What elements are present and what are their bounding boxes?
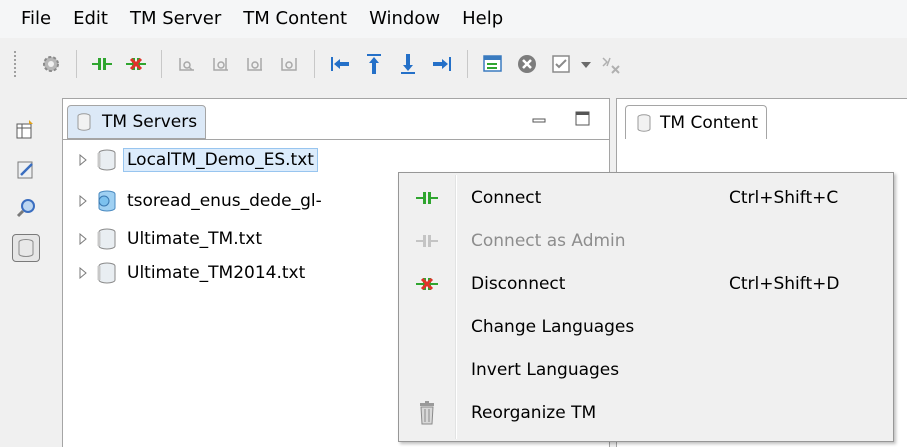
menu-item-connect-as-admin: Connect as Admin bbox=[401, 220, 891, 262]
toolbar-separator bbox=[314, 50, 315, 78]
database-icon bbox=[637, 113, 651, 132]
menu-tm-content[interactable]: TM Content bbox=[232, 0, 358, 38]
search-icon bbox=[210, 53, 232, 75]
toolbar-separator bbox=[76, 50, 77, 78]
menu-edit[interactable]: Edit bbox=[62, 0, 119, 38]
database-icon[interactable] bbox=[12, 234, 40, 262]
tree-node-label: Ultimate_TM2014.txt bbox=[127, 263, 306, 283]
tab-label: TM Servers bbox=[102, 112, 198, 132]
search-icon[interactable] bbox=[12, 194, 40, 222]
menu-item-change-languages[interactable]: Change Languages bbox=[401, 306, 891, 348]
tree-node-label: Ultimate_TM.txt bbox=[127, 229, 263, 249]
left-trim-stack bbox=[0, 92, 52, 447]
tree-node[interactable]: tsoread_enus_dede_gl- bbox=[77, 186, 322, 216]
import-icon[interactable] bbox=[482, 53, 504, 75]
minimize-icon[interactable] bbox=[531, 111, 547, 123]
database-icon bbox=[97, 149, 116, 171]
up-icon[interactable] bbox=[363, 53, 385, 75]
toolbar-grip[interactable] bbox=[14, 51, 20, 77]
database-icon bbox=[97, 228, 116, 250]
menu-bar: File Edit TM Server TM Content Window He… bbox=[0, 0, 907, 38]
menu-help[interactable]: Help bbox=[451, 0, 514, 38]
menu-item-label: Change Languages bbox=[471, 317, 635, 337]
toolbar-separator bbox=[467, 50, 468, 78]
down-icon[interactable] bbox=[397, 53, 419, 75]
tree-node-label: LocalTM_Demo_ES.txt bbox=[123, 148, 318, 172]
search-icon bbox=[244, 53, 266, 75]
menu-item-label: Connect bbox=[471, 188, 542, 208]
database-icon bbox=[77, 113, 91, 131]
menu-item-invert-languages[interactable]: Invert Languages bbox=[401, 349, 891, 391]
menu-item-label: Reorganize TM bbox=[471, 403, 597, 423]
restore-icon[interactable] bbox=[12, 116, 40, 144]
toolbar-separator bbox=[161, 50, 162, 78]
search-icon bbox=[176, 53, 198, 75]
menu-item-disconnect[interactable]: Disconnect Ctrl+Shift+D bbox=[401, 263, 891, 305]
tab-tm-content[interactable]: TM Content bbox=[625, 105, 768, 139]
disconnect-icon[interactable] bbox=[125, 53, 147, 75]
database-icon bbox=[97, 262, 116, 284]
expand-icon[interactable] bbox=[77, 154, 89, 166]
search-icon bbox=[278, 53, 300, 75]
menu-item-reorganize-tm[interactable]: Reorganize TM bbox=[401, 392, 891, 434]
tree-node[interactable]: LocalTM_Demo_ES.txt bbox=[77, 145, 318, 175]
tree-node[interactable]: Ultimate_TM2014.txt bbox=[77, 258, 305, 288]
tree-node-label: tsoread_enus_dede_gl- bbox=[127, 191, 322, 211]
menu-item-label: Connect as Admin bbox=[471, 231, 626, 251]
clear-icon bbox=[600, 53, 622, 75]
globe-database-icon bbox=[98, 190, 116, 212]
menu-item-label: Disconnect bbox=[471, 274, 566, 294]
connect-icon[interactable] bbox=[91, 53, 113, 75]
expand-icon[interactable] bbox=[77, 233, 89, 245]
first-icon[interactable] bbox=[329, 53, 351, 75]
tab-divider bbox=[63, 139, 609, 140]
settings-icon[interactable] bbox=[40, 53, 62, 75]
menu-item-shortcut: Ctrl+Shift+D bbox=[729, 274, 840, 294]
maximize-icon[interactable] bbox=[575, 111, 591, 127]
connect-icon bbox=[413, 184, 441, 212]
menu-file[interactable]: File bbox=[10, 0, 62, 38]
last-icon[interactable] bbox=[431, 53, 453, 75]
menu-window[interactable]: Window bbox=[358, 0, 451, 38]
trash-icon bbox=[413, 399, 441, 427]
tab-tm-servers[interactable]: TM Servers bbox=[67, 105, 207, 139]
menu-item-shortcut: Ctrl+Shift+C bbox=[729, 188, 839, 208]
expand-icon[interactable] bbox=[77, 195, 89, 207]
cancel-icon[interactable] bbox=[516, 53, 538, 75]
checkbox-icon[interactable] bbox=[550, 53, 572, 75]
tab-label: TM Content bbox=[660, 112, 759, 133]
dropdown-icon[interactable] bbox=[580, 53, 592, 75]
context-menu: Connect Ctrl+Shift+C Connect as Admin Di… bbox=[398, 172, 894, 442]
connect-icon bbox=[413, 227, 441, 255]
disconnect-icon bbox=[413, 270, 441, 298]
menu-item-label: Invert Languages bbox=[471, 360, 620, 380]
menu-item-connect[interactable]: Connect Ctrl+Shift+C bbox=[401, 177, 891, 219]
toolbar bbox=[0, 38, 907, 90]
menu-tm-server[interactable]: TM Server bbox=[119, 0, 232, 38]
expand-icon[interactable] bbox=[77, 267, 89, 279]
edit-icon[interactable] bbox=[12, 156, 40, 184]
tree-node[interactable]: Ultimate_TM.txt bbox=[77, 224, 262, 254]
